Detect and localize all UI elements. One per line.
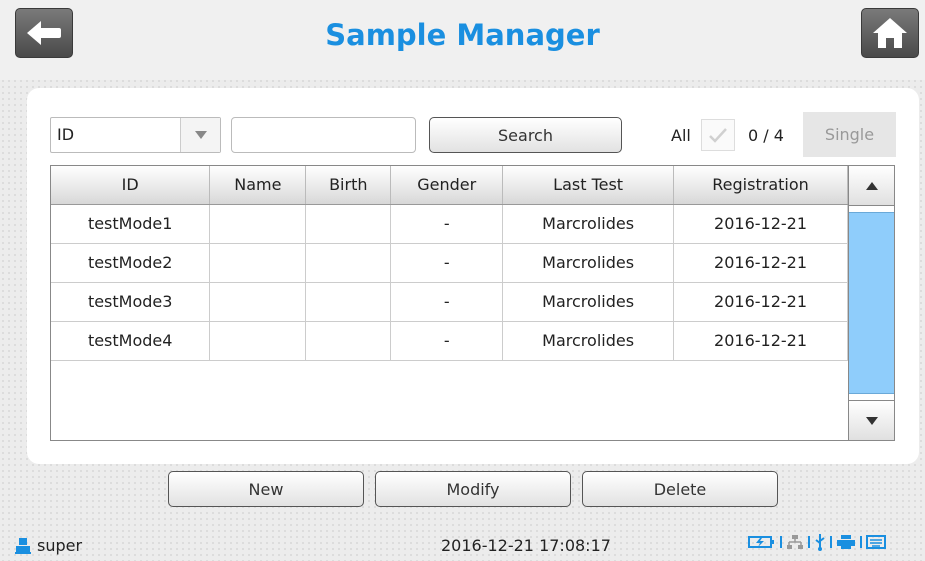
cell-id: testMode2 bbox=[51, 243, 211, 283]
table-header-row: ID Name Birth Gender Last Test Registrat… bbox=[51, 166, 848, 205]
system-status-icons bbox=[748, 533, 886, 551]
check-icon bbox=[709, 128, 727, 143]
keyboard-icon bbox=[866, 535, 886, 549]
cell-gender: - bbox=[390, 321, 504, 361]
cell-last-test: Marcrolides bbox=[502, 243, 675, 283]
filter-field-value: ID bbox=[57, 125, 75, 144]
delete-button[interactable]: Delete bbox=[582, 471, 778, 507]
cell-birth bbox=[305, 204, 392, 244]
cell-gender: - bbox=[390, 243, 504, 283]
usb-icon bbox=[815, 534, 825, 551]
home-button[interactable] bbox=[861, 8, 919, 58]
filter-field-select[interactable]: ID bbox=[50, 117, 221, 153]
column-header-id[interactable]: ID bbox=[51, 166, 211, 205]
cell-last-test: Marcrolides bbox=[502, 282, 675, 322]
cell-last-test: Marcrolides bbox=[502, 204, 675, 244]
cell-registration: 2016-12-21 bbox=[673, 243, 848, 283]
column-header-registration[interactable]: Registration bbox=[673, 166, 848, 205]
status-separator bbox=[808, 536, 810, 548]
home-icon bbox=[873, 18, 907, 48]
status-datetime: 2016-12-21 17:08:17 bbox=[441, 536, 611, 555]
scroll-up-button[interactable] bbox=[849, 166, 894, 206]
cell-id: testMode3 bbox=[51, 282, 211, 322]
status-bar: super 2016-12-21 17:08:17 bbox=[0, 506, 925, 561]
cell-name bbox=[209, 243, 307, 283]
cell-gender: - bbox=[390, 282, 504, 322]
column-header-last-test[interactable]: Last Test bbox=[502, 166, 675, 205]
sample-table: ID Name Birth Gender Last Test Registrat… bbox=[50, 165, 895, 441]
cell-id: testMode1 bbox=[51, 204, 211, 244]
modify-button[interactable]: Modify bbox=[375, 471, 571, 507]
cell-registration: 2016-12-21 bbox=[673, 321, 848, 361]
cell-name bbox=[209, 282, 307, 322]
new-button[interactable]: New bbox=[168, 471, 364, 507]
cell-id: testMode4 bbox=[51, 321, 211, 361]
cell-registration: 2016-12-21 bbox=[673, 204, 848, 244]
cell-last-test: Marcrolides bbox=[502, 321, 675, 361]
battery-icon bbox=[748, 536, 774, 548]
cell-birth bbox=[305, 282, 392, 322]
column-header-name[interactable]: Name bbox=[209, 166, 307, 205]
search-input[interactable] bbox=[231, 117, 416, 153]
search-button[interactable]: Search bbox=[429, 117, 622, 153]
table-row[interactable]: testMode2 - Marcrolides 2016-12-21 bbox=[51, 243, 848, 283]
user-indicator: super bbox=[14, 536, 82, 555]
cell-name bbox=[209, 204, 307, 244]
table-row[interactable]: testMode3 - Marcrolides 2016-12-21 bbox=[51, 282, 848, 322]
cell-birth bbox=[305, 321, 392, 361]
table-row[interactable]: testMode1 - Marcrolides 2016-12-21 bbox=[51, 204, 848, 244]
status-separator bbox=[780, 536, 782, 548]
table-row[interactable]: testMode4 - Marcrolides 2016-12-21 bbox=[51, 321, 848, 361]
single-button[interactable]: Single bbox=[803, 112, 896, 157]
selection-count: 0 / 4 bbox=[748, 126, 784, 145]
cell-birth bbox=[305, 243, 392, 283]
scroll-down-button[interactable] bbox=[849, 400, 894, 440]
cell-name bbox=[209, 321, 307, 361]
cell-gender: - bbox=[390, 204, 504, 244]
dropdown-arrow-icon[interactable] bbox=[180, 118, 220, 152]
scroll-thumb[interactable] bbox=[849, 212, 894, 394]
header-bar: Sample Manager bbox=[0, 0, 925, 80]
user-icon bbox=[15, 537, 31, 554]
column-header-gender[interactable]: Gender bbox=[390, 166, 504, 205]
column-header-birth[interactable]: Birth bbox=[305, 166, 392, 205]
table-scrollbar[interactable] bbox=[848, 166, 894, 440]
cell-registration: 2016-12-21 bbox=[673, 282, 848, 322]
page-title: Sample Manager bbox=[325, 18, 600, 52]
status-separator bbox=[830, 536, 832, 548]
network-icon bbox=[787, 535, 803, 549]
status-separator bbox=[860, 536, 862, 548]
scroll-up-icon bbox=[865, 181, 878, 190]
select-all-label: All bbox=[671, 126, 691, 145]
select-all-checkbox[interactable] bbox=[701, 119, 735, 151]
printer-icon bbox=[837, 535, 855, 549]
scroll-down-icon bbox=[865, 416, 878, 425]
user-name: super bbox=[37, 536, 83, 555]
